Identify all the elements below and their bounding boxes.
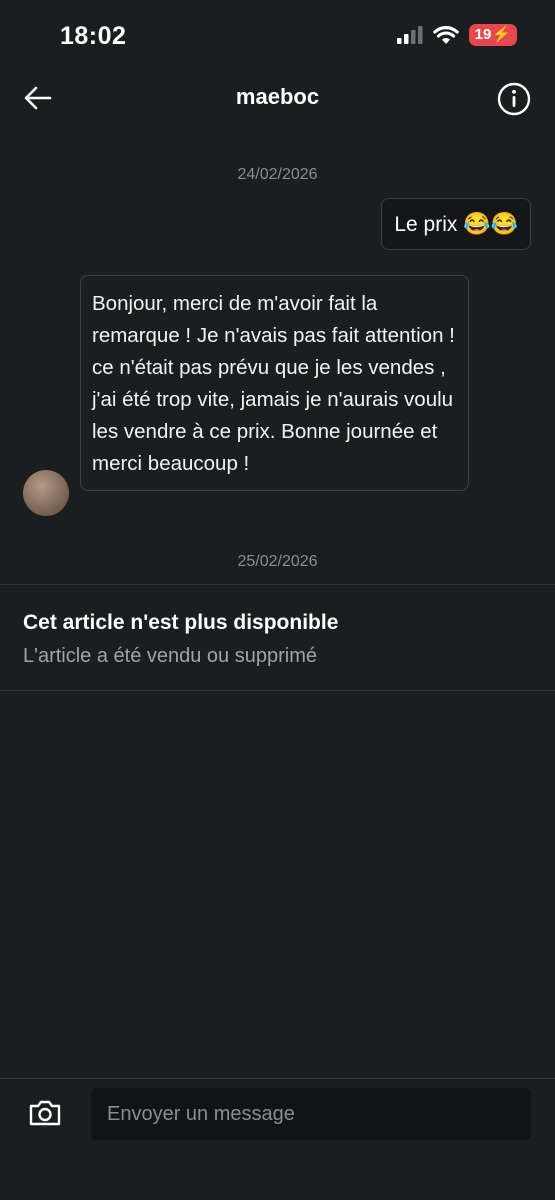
date-label: 24/02/2026 [237, 166, 318, 183]
camera-icon [29, 1100, 61, 1126]
info-button[interactable] [497, 82, 531, 116]
outgoing-message-text: Le prix [394, 213, 464, 236]
laughing-emoji: 😂😂 [463, 211, 518, 236]
incoming-message[interactable]: Bonjour, merci de m'avoir fait la remarq… [80, 275, 469, 491]
bolt-icon: ⚡ [492, 26, 511, 43]
message-input[interactable] [91, 1088, 531, 1140]
composer [0, 1078, 555, 1200]
status-icons: 19 ⚡ [396, 24, 517, 46]
battery-charging-icon: 19 ⚡ [468, 24, 517, 46]
status-time: 18:02 [60, 22, 127, 50]
wifi-icon [432, 25, 459, 44]
chat-title: maeboc [235, 84, 320, 109]
signal-icon [396, 26, 423, 44]
notice-title: Cet article n'est plus disponible [23, 611, 339, 634]
nav-bar: maeboc [0, 70, 555, 126]
outgoing-message[interactable]: Le prix 😂😂 [381, 198, 531, 250]
incoming-message-text: Bonjour, merci de m'avoir fait la remarq… [92, 292, 455, 475]
camera-button[interactable] [28, 1098, 64, 1130]
date-label: 25/02/2026 [237, 553, 318, 570]
info-icon [497, 82, 531, 116]
avatar[interactable] [23, 470, 69, 516]
divider [0, 584, 555, 585]
divider [0, 690, 555, 691]
notice-subtitle: L'article a été vendu ou supprimé [23, 645, 317, 667]
battery-level: 19 [474, 26, 492, 43]
status-bar: 18:02 19 ⚡ [0, 0, 555, 70]
